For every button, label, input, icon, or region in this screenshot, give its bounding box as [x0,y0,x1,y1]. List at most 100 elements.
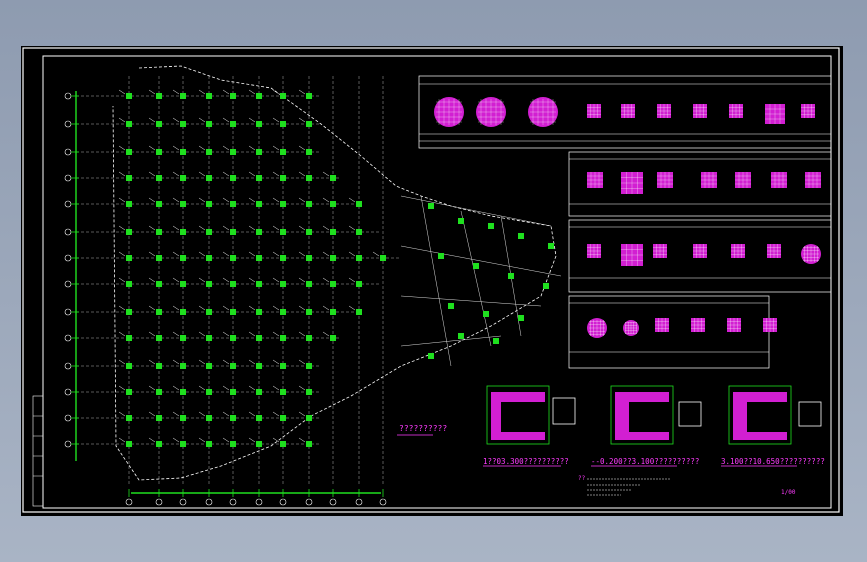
column-leader [198,251,206,257]
axis-bubble [64,174,72,182]
column-leader [248,305,256,311]
column-marker [180,363,186,369]
column-leader [172,145,180,151]
column-leader [222,89,230,95]
column-leader [148,251,156,257]
column-marker [156,201,162,207]
column-leader [222,411,230,417]
column-marker [206,229,212,235]
column-leader [172,305,180,311]
column-marker [356,229,362,235]
column-leader [118,437,126,443]
column-leader [222,117,230,123]
column-marker [180,201,186,207]
column-marker [256,309,262,315]
column-marker [330,281,336,287]
axis-bubble [125,498,133,506]
column-leader [272,145,280,151]
column-leader [222,225,230,231]
axis-bubble [64,228,72,236]
column-leader [322,305,330,311]
column-leader [348,251,356,257]
column-leader [348,305,356,311]
column-marker [256,363,262,369]
column-leader [322,197,330,203]
column-marker [230,121,236,127]
column-marker [330,309,336,315]
grid-wedge-line [420,195,452,367]
column-marker [280,175,286,181]
column-leader [272,117,280,123]
column-marker [180,93,186,99]
column-leader [248,411,256,417]
column-leader [248,277,256,283]
column-leader [222,385,230,391]
column-leader [148,277,156,283]
column-marker [156,229,162,235]
axis-bubble [329,498,337,506]
column-marker [156,149,162,155]
column-leader [118,277,126,283]
column-leader [172,251,180,257]
plan-caption: ?????????? [399,424,447,433]
column-marker [206,201,212,207]
column-marker [126,363,132,369]
column-leader [148,145,156,151]
column-leader [148,437,156,443]
column-leader [148,359,156,365]
column-marker [126,175,132,181]
column-leader [172,359,180,365]
column-marker [306,309,312,315]
column-leader [172,225,180,231]
column-leader [118,251,126,257]
column-leader [348,225,356,231]
column-marker [448,303,454,309]
axis-bubble [355,498,363,506]
column-leader [298,359,306,365]
column-leader [298,277,306,283]
column-leader [198,225,206,231]
column-leader [248,145,256,151]
column-marker [156,255,162,261]
column-leader [298,305,306,311]
column-leader [298,437,306,443]
column-leader [148,411,156,417]
column-leader [198,277,206,283]
column-marker [428,353,434,359]
column-marker [256,93,262,99]
column-marker [330,255,336,261]
column-marker [330,201,336,207]
column-leader [222,305,230,311]
column-leader [198,305,206,311]
column-marker [230,335,236,341]
axis-bubble [64,440,72,448]
column-marker [156,93,162,99]
grid-wedge-line [400,245,562,277]
column-marker [356,281,362,287]
column-leader [118,171,126,177]
wall-section-2: --0.200??3.100?????????? [591,385,702,467]
column-marker [280,363,286,369]
axis-bubble [155,498,163,506]
axis-bubble [64,148,72,156]
column-marker [306,121,312,127]
column-leader [222,359,230,365]
column-leader [118,305,126,311]
column-leader [198,145,206,151]
column-leader [248,331,256,337]
column-marker [280,335,286,341]
column-marker [256,175,262,181]
column-marker [548,243,554,249]
column-leader [118,145,126,151]
axis-bubble [64,120,72,128]
axis-bubble [64,308,72,316]
column-marker [280,389,286,395]
column-leader [198,359,206,365]
column-leader [118,411,126,417]
column-leader [248,225,256,231]
column-marker [306,229,312,235]
column-marker [543,283,549,289]
column-leader [222,277,230,283]
column-leader [272,171,280,177]
axis-bubble [64,388,72,396]
